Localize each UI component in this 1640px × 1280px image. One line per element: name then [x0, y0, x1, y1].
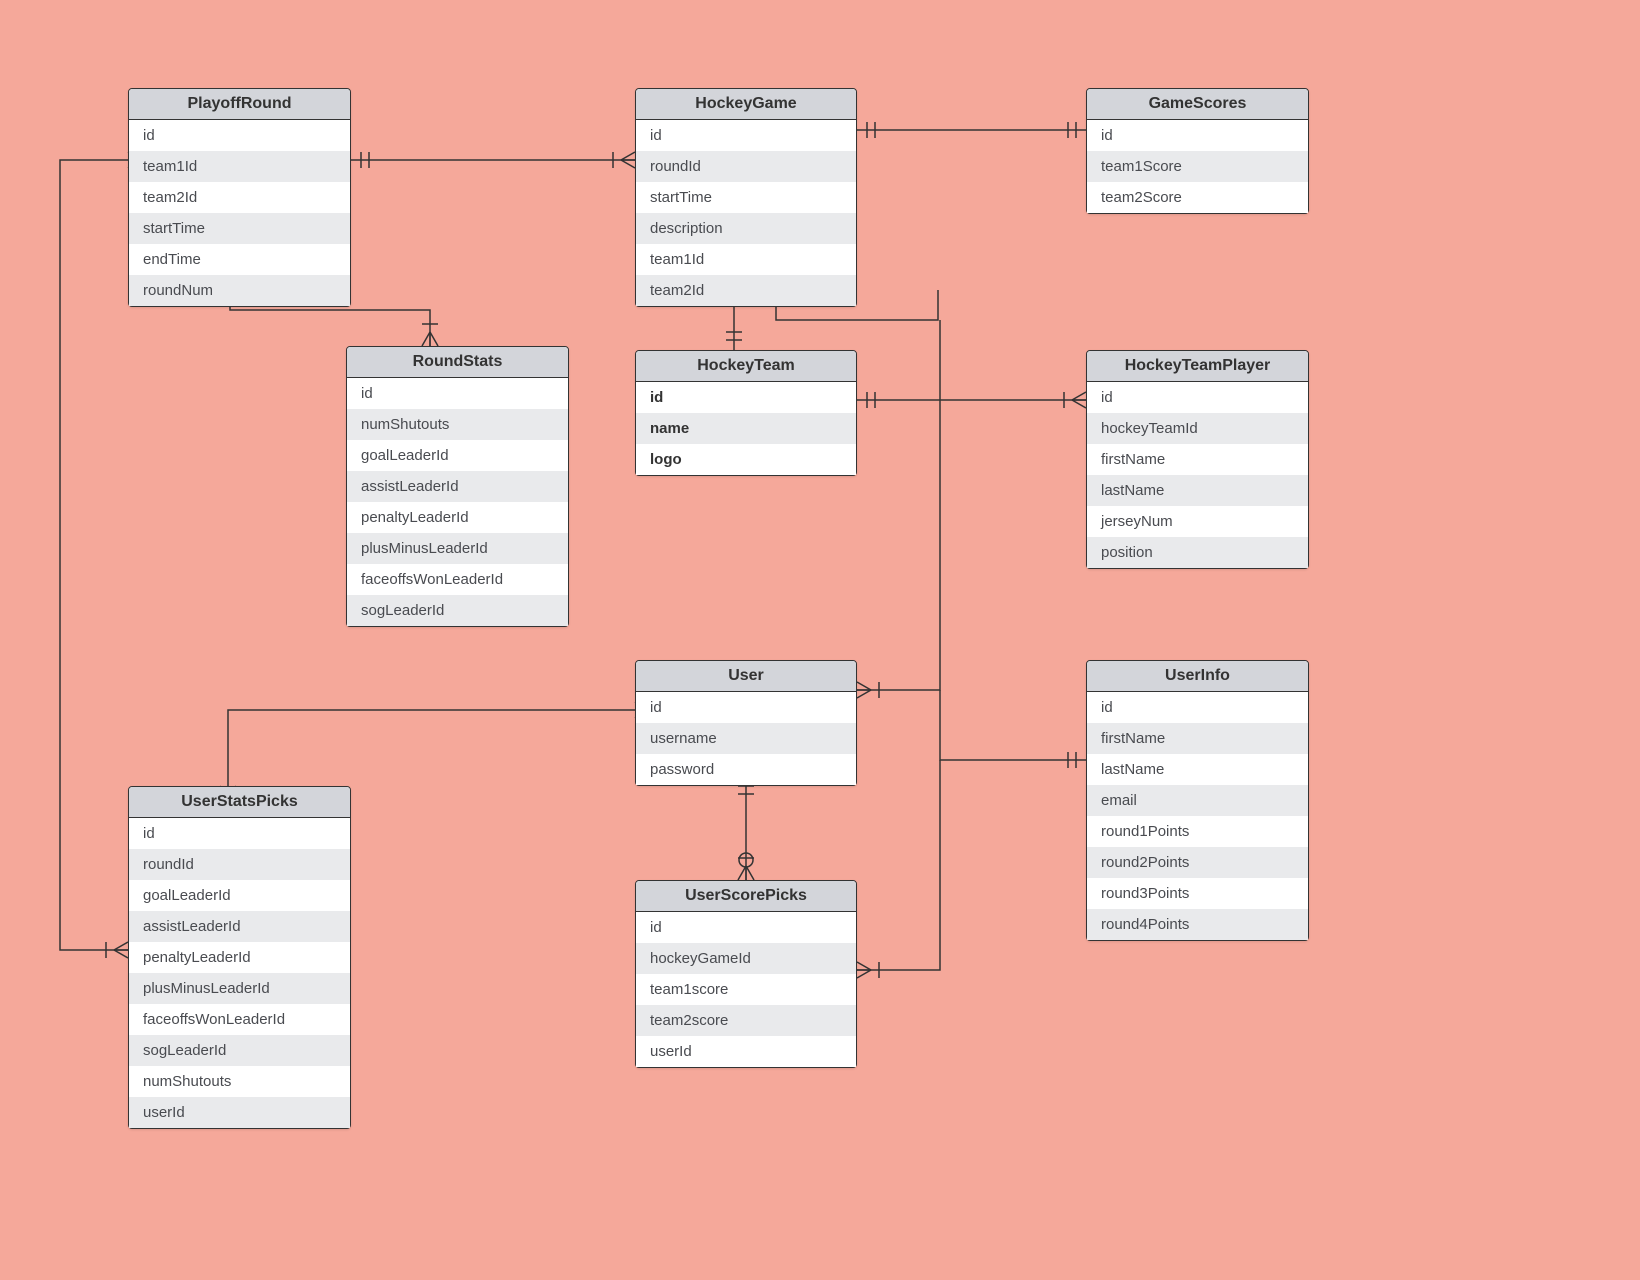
field: hockeyGameId [636, 943, 856, 974]
field: plusMinusLeaderId [129, 973, 350, 1004]
field: hockeyTeamId [1087, 413, 1308, 444]
field: username [636, 723, 856, 754]
field: id [347, 378, 568, 409]
field: jerseyNum [1087, 506, 1308, 537]
entity-hockey-team-player: HockeyTeamPlayer id hockeyTeamId firstNa… [1086, 350, 1309, 569]
entity-playoff-round: PlayoffRound id team1Id team2Id startTim… [128, 88, 351, 307]
entity-title: User [636, 661, 856, 692]
field: position [1087, 537, 1308, 568]
entity-user-info: UserInfo id firstName lastName email rou… [1086, 660, 1309, 941]
field: firstName [1087, 444, 1308, 475]
field: id [636, 912, 856, 943]
field: round4Points [1087, 909, 1308, 940]
entity-user-stats-picks: UserStatsPicks id roundId goalLeaderId a… [128, 786, 351, 1129]
field: endTime [129, 244, 350, 275]
field: penaltyLeaderId [347, 502, 568, 533]
entity-user-score-picks: UserScorePicks id hockeyGameId team1scor… [635, 880, 857, 1068]
entity-game-scores: GameScores id team1Score team2Score [1086, 88, 1309, 214]
field: assistLeaderId [347, 471, 568, 502]
field: penaltyLeaderId [129, 942, 350, 973]
field: logo [636, 444, 856, 475]
field: id [636, 692, 856, 723]
field: lastName [1087, 475, 1308, 506]
entity-title: HockeyTeam [636, 351, 856, 382]
field: id [636, 382, 856, 413]
field: team1Score [1087, 151, 1308, 182]
field: userId [636, 1036, 856, 1067]
field: id [1087, 120, 1308, 151]
field: startTime [636, 182, 856, 213]
field: assistLeaderId [129, 911, 350, 942]
field: team2score [636, 1005, 856, 1036]
field: id [636, 120, 856, 151]
field: lastName [1087, 754, 1308, 785]
field: email [1087, 785, 1308, 816]
field: startTime [129, 213, 350, 244]
entity-title: HockeyGame [636, 89, 856, 120]
field: team1Id [636, 244, 856, 275]
field: id [1087, 692, 1308, 723]
entity-title: UserScorePicks [636, 881, 856, 912]
field: faceoffsWonLeaderId [129, 1004, 350, 1035]
field: id [129, 818, 350, 849]
field: team2Id [129, 182, 350, 213]
entity-title: UserStatsPicks [129, 787, 350, 818]
field: sogLeaderId [347, 595, 568, 626]
field: description [636, 213, 856, 244]
entity-title: UserInfo [1087, 661, 1308, 692]
field: id [1087, 382, 1308, 413]
field: goalLeaderId [347, 440, 568, 471]
field: name [636, 413, 856, 444]
field: team1score [636, 974, 856, 1005]
field: team2Id [636, 275, 856, 306]
field: roundNum [129, 275, 350, 306]
field: numShutouts [129, 1066, 350, 1097]
field: roundId [129, 849, 350, 880]
field: round3Points [1087, 878, 1308, 909]
entity-user: User id username password [635, 660, 857, 786]
entity-title: PlayoffRound [129, 89, 350, 120]
field: goalLeaderId [129, 880, 350, 911]
field: sogLeaderId [129, 1035, 350, 1066]
field: id [129, 120, 350, 151]
field: numShutouts [347, 409, 568, 440]
entity-title: HockeyTeamPlayer [1087, 351, 1308, 382]
field: team1Id [129, 151, 350, 182]
entity-hockey-team: HockeyTeam id name logo [635, 350, 857, 476]
entity-title: RoundStats [347, 347, 568, 378]
field: round1Points [1087, 816, 1308, 847]
entity-hockey-game: HockeyGame id roundId startTime descript… [635, 88, 857, 307]
field: plusMinusLeaderId [347, 533, 568, 564]
field: round2Points [1087, 847, 1308, 878]
field: faceoffsWonLeaderId [347, 564, 568, 595]
field: firstName [1087, 723, 1308, 754]
field: userId [129, 1097, 350, 1128]
entity-round-stats: RoundStats id numShutouts goalLeaderId a… [346, 346, 569, 627]
entity-title: GameScores [1087, 89, 1308, 120]
field: roundId [636, 151, 856, 182]
field: team2Score [1087, 182, 1308, 213]
field: password [636, 754, 856, 785]
